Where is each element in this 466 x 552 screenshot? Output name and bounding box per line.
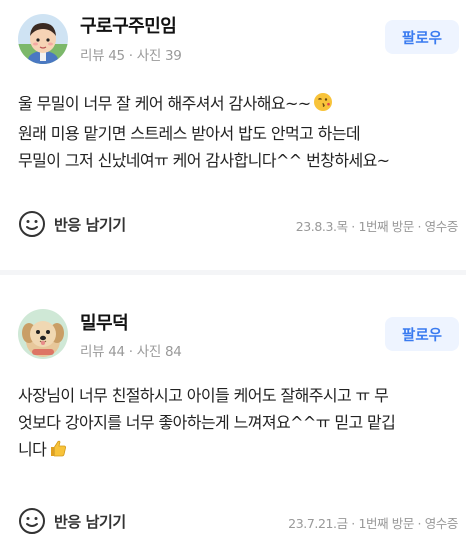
thumbs-up-emoji-icon [48, 438, 68, 466]
reviewer-name[interactable]: 밀무덕 [80, 309, 129, 335]
reaction-button[interactable]: 반응 남기기 [18, 210, 126, 238]
dog-photo-icon [18, 309, 68, 359]
review-actions: 반응 남기기 23.8.3.목 · 1번째 방문 · 영수증 [18, 210, 458, 240]
visit-info: 23.8.3.목 · 1번째 방문 · 영수증 [295, 219, 459, 234]
reaction-label: 반응 남기기 [54, 215, 126, 234]
cartoon-avatar-icon [18, 14, 68, 64]
avatar[interactable] [18, 309, 68, 359]
review-actions: 반응 남기기 23.7.21.금 · 1번째 방문 · 영수증 [18, 507, 458, 537]
review-text-line: 원래 미용 맡기면 스트레스 받아서 밥도 안먹고 하는데 [18, 124, 361, 143]
avatar[interactable] [18, 14, 68, 64]
reaction-label: 반응 남기기 [54, 512, 126, 531]
review-text-line: 사장님이 너무 친절하시고 아이들 케어도 잘해주시고 ㅠ 무 [18, 386, 389, 405]
visit-info: 23.7.21.금 · 1번째 방문 · 영수증 [288, 516, 458, 531]
follow-button[interactable]: 팔로우 [385, 317, 459, 351]
review-text[interactable]: 울 무밀이 너무 잘 케어 해주셔서 감사해요~~ 원래 미용 맡기면 스트레스… [18, 90, 458, 174]
follow-button[interactable]: 팔로우 [385, 20, 459, 54]
review-card: 밀무덕 리뷰 44 · 사진 84 팔로우 사장님이 너무 친절하시고 아이들 … [0, 275, 466, 552]
kissing-face-emoji-icon [313, 92, 333, 120]
review-text-line: 무밀이 그저 신났네여ㅠ 케어 감사합니다^^ 번창하세요~ [18, 151, 390, 170]
reviewer-name[interactable]: 구로구주민임 [80, 12, 177, 38]
smiley-icon [19, 211, 45, 237]
review-card: 구로구주민임 리뷰 45 · 사진 39 팔로우 울 무밀이 너무 잘 케어 해… [0, 0, 466, 270]
review-text-line: 엇보다 강아지를 너무 좋아하는게 느껴져요^^ㅠ 믿고 맡깁 [18, 413, 396, 432]
review-text-line: 니다 [18, 436, 458, 466]
reviewer-stats: 리뷰 45 · 사진 39 [80, 48, 182, 64]
smiley-icon [19, 508, 45, 534]
reviewer-stats: 리뷰 44 · 사진 84 [80, 344, 182, 360]
reaction-button[interactable]: 반응 남기기 [18, 507, 126, 535]
review-text-line: 울 무밀이 너무 잘 케어 해주셔서 감사해요~~ [18, 90, 458, 120]
review-text[interactable]: 사장님이 너무 친절하시고 아이들 케어도 잘해주시고 ㅠ 무 엇보다 강아지를… [18, 382, 458, 466]
